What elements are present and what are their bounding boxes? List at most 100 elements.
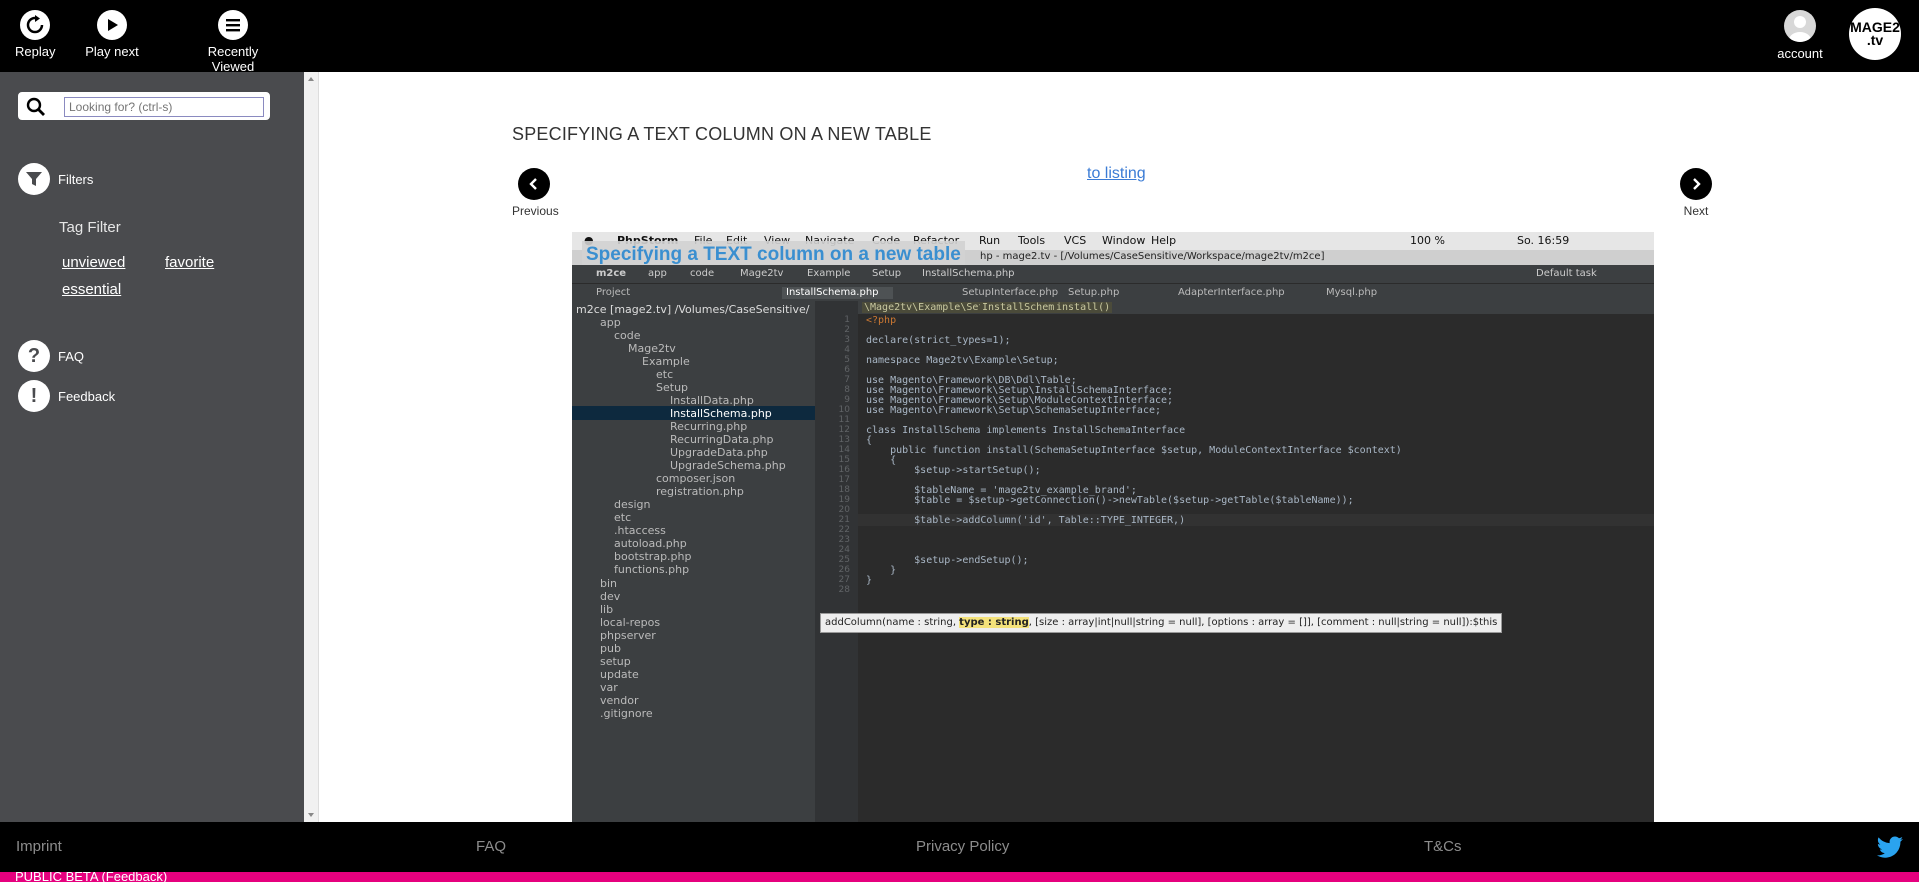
tree-item: Setup bbox=[656, 381, 689, 394]
exclamation-icon: ! bbox=[18, 380, 50, 412]
chevron-right-icon bbox=[1680, 168, 1712, 200]
line-number: 23 bbox=[838, 535, 850, 545]
logo-text-suffix: .tv bbox=[1866, 32, 1884, 48]
line-number: 4 bbox=[844, 345, 850, 355]
crumb: m2ce bbox=[596, 268, 627, 279]
sidebar-scrollbar[interactable] bbox=[304, 72, 319, 822]
editor-tab: Setup.php bbox=[1068, 287, 1120, 298]
search-box bbox=[18, 92, 270, 120]
ide-navigation-bar: m2ce app code Mage2tv Example Setup Inst… bbox=[572, 265, 1654, 283]
menu-item: Help bbox=[1151, 234, 1177, 247]
tree-item: bootstrap.php bbox=[614, 550, 692, 563]
tree-item: functions.php bbox=[614, 563, 690, 576]
tree-item: vendor bbox=[600, 694, 639, 707]
editor-tab: Mysql.php bbox=[1326, 287, 1378, 298]
tree-item: update bbox=[600, 668, 639, 681]
tree-item: phpserver bbox=[600, 629, 656, 642]
menu-list-icon bbox=[218, 10, 248, 40]
tree-item: local-repos bbox=[600, 616, 661, 629]
line-number: 16 bbox=[838, 465, 850, 475]
tree-item: .gitignore bbox=[600, 707, 653, 720]
tag-favorite[interactable]: favorite bbox=[165, 254, 214, 271]
code-line: $setup->startSetup(); bbox=[866, 465, 1041, 476]
tree-item: pub bbox=[600, 642, 621, 655]
tree-item: .htaccess bbox=[614, 524, 666, 537]
privacy-policy-link[interactable]: Privacy Policy bbox=[916, 838, 1009, 855]
feedback-label: Feedback bbox=[58, 388, 116, 404]
next-button[interactable]: Next bbox=[1676, 168, 1716, 218]
faq-button[interactable]: ? FAQ bbox=[18, 340, 84, 372]
code-line-current: $table->addColumn('id', Table::TYPE_INTE… bbox=[866, 515, 1186, 526]
filters-button[interactable]: Filters bbox=[18, 163, 93, 195]
search-input[interactable] bbox=[64, 97, 264, 117]
mage2tv-logo[interactable]: MAGE2 .tv bbox=[1849, 8, 1901, 60]
to-listing-link[interactable]: to listing bbox=[1087, 165, 1146, 183]
tree-item: Example bbox=[642, 355, 690, 368]
line-number: 8 bbox=[844, 385, 850, 395]
editor-crumb: InstallSchema bbox=[980, 302, 1063, 313]
tree-item: dev bbox=[600, 590, 621, 603]
editor-crumb: install() bbox=[1054, 302, 1113, 313]
line-number: 1 bbox=[844, 315, 850, 325]
footer-faq-link[interactable]: FAQ bbox=[476, 838, 506, 855]
line-number: 5 bbox=[844, 355, 850, 365]
line-number: 20 bbox=[838, 505, 850, 515]
avatar-icon bbox=[1784, 10, 1816, 42]
tag-filter-heading: Tag Filter bbox=[59, 219, 121, 236]
ide-editor-tabs: Project InstallSchema.php SetupInterface… bbox=[572, 283, 1654, 302]
line-number: 18 bbox=[838, 485, 850, 495]
beta-label: PUBLIC BETA (Feedback) bbox=[15, 872, 168, 882]
line-number: 12 bbox=[838, 425, 850, 435]
run-config: Default task bbox=[1536, 268, 1597, 279]
play-next-label: Play next bbox=[85, 44, 139, 59]
public-beta-banner[interactable]: PUBLIC BETA (Feedback) bbox=[0, 872, 1919, 882]
tree-item: registration.php bbox=[656, 485, 744, 498]
project-tool-label: Project bbox=[596, 287, 631, 298]
tag-unviewed[interactable]: unviewed bbox=[62, 254, 125, 271]
previous-button[interactable]: Previous bbox=[512, 168, 559, 218]
video-player[interactable]: ● PhpStorm File Edit View Navigate Code … bbox=[572, 232, 1654, 822]
main-content: SPECIFYING A TEXT COLUMN ON A NEW TABLE … bbox=[319, 72, 1919, 822]
line-number: 25 bbox=[838, 555, 850, 565]
footer: Imprint FAQ Privacy Policy T&Cs bbox=[0, 822, 1919, 872]
tag-essential[interactable]: essential bbox=[62, 281, 121, 298]
tree-item: RecurringData.php bbox=[670, 433, 774, 446]
search-icon[interactable] bbox=[26, 97, 46, 122]
feedback-button[interactable]: ! Feedback bbox=[18, 380, 115, 412]
terms-link[interactable]: T&Cs bbox=[1424, 838, 1462, 855]
ide-line-gutter: 1 2 3 4 5 6 7 8 9 10 11 12 13 14 15 16 1… bbox=[815, 301, 858, 822]
tree-item: autoload.php bbox=[614, 537, 687, 550]
line-number: 22 bbox=[838, 525, 850, 535]
line-number: 3 bbox=[844, 335, 850, 345]
tree-item: etc bbox=[614, 511, 632, 524]
crumb: InstallSchema.php bbox=[922, 268, 1015, 279]
code-line: declare(strict_types=1); bbox=[866, 335, 1011, 346]
parameter-info-tooltip: addColumn(name : string, type : string, … bbox=[820, 613, 1503, 633]
tree-item: app bbox=[600, 316, 621, 329]
tree-item: setup bbox=[600, 655, 631, 668]
editor-breadcrumb-bar: \Mage2tv\Example\Setup InstallSchema ins… bbox=[858, 301, 1654, 314]
line-number: 17 bbox=[838, 475, 850, 485]
line-number: 6 bbox=[844, 365, 850, 375]
play-next-button[interactable]: Play next bbox=[84, 10, 140, 59]
line-number: 13 bbox=[838, 435, 850, 445]
battery-label: 100 % bbox=[1410, 234, 1445, 247]
imprint-link[interactable]: Imprint bbox=[16, 838, 62, 855]
line-number: 15 bbox=[838, 455, 850, 465]
recently-viewed-button[interactable]: Recently Viewed bbox=[185, 10, 281, 74]
editor-tab-active: InstallSchema.php bbox=[782, 287, 893, 299]
sidebar: Filters Tag Filter unviewed favorite ess… bbox=[0, 72, 304, 822]
faq-label: FAQ bbox=[58, 348, 85, 364]
twitter-icon[interactable] bbox=[1876, 836, 1904, 865]
recently-viewed-label: Recently Viewed bbox=[207, 44, 259, 74]
replay-button[interactable]: Replay bbox=[15, 10, 55, 59]
tooltip-signature: addColumn(name : string, bbox=[825, 617, 960, 628]
line-number: 21 bbox=[838, 515, 850, 525]
editor-tab: AdapterInterface.php bbox=[1178, 287, 1285, 298]
account-button[interactable]: account bbox=[1775, 10, 1825, 61]
question-icon: ? bbox=[18, 340, 50, 372]
editor-crumb: \Mage2tv\Example\Setup bbox=[862, 302, 999, 313]
line-number: 19 bbox=[838, 495, 850, 505]
code-line: <?php bbox=[866, 315, 897, 326]
tree-item: UpgradeData.php bbox=[670, 446, 768, 459]
